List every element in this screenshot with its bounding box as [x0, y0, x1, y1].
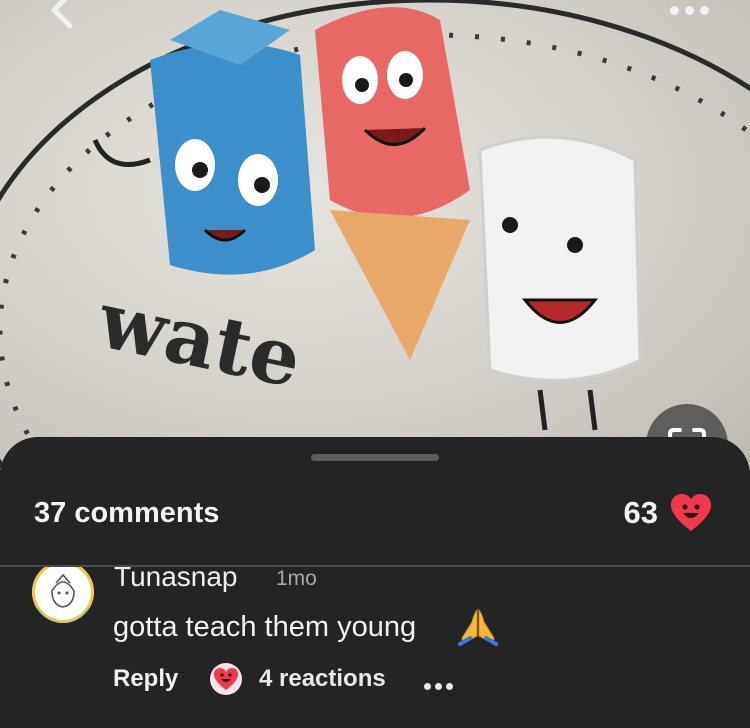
- comment-more-icon[interactable]: [422, 677, 455, 695]
- blue-cube-character: [92, 10, 315, 275]
- back-icon[interactable]: [42, 0, 82, 30]
- likes-button[interactable]: 63: [624, 493, 712, 533]
- reactions-count[interactable]: 4 reactions: [259, 665, 386, 693]
- comments-sheet: 37 comments 63 Tunasnap 1mo gotta teach …: [0, 437, 750, 728]
- sheet-grab-handle[interactable]: [311, 454, 439, 461]
- marshmallow-character: [478, 135, 642, 431]
- ice-cream-character: [315, 7, 470, 360]
- comment-author[interactable]: Tunasnap: [114, 567, 238, 593]
- more-icon[interactable]: [667, 2, 712, 20]
- heart-face-icon: [671, 494, 711, 531]
- comment-item: Tunasnap 1mo gotta teach them young Repl…: [0, 567, 750, 728]
- reaction-heart-face-icon[interactable]: [209, 662, 243, 696]
- sign-lettering: wate: [90, 274, 309, 405]
- media-photo[interactable]: wate: [0, 0, 750, 470]
- sign-illustration: wate: [0, 0, 750, 470]
- comments-count: 37 comments: [34, 497, 220, 529]
- folded-hands-icon: [458, 608, 498, 646]
- comment-text: gotta teach them young: [113, 611, 417, 643]
- avatar[interactable]: [32, 567, 94, 623]
- reply-button[interactable]: Reply: [113, 665, 178, 693]
- likes-count: 63: [623, 495, 658, 530]
- comment-time: 1mo: [276, 567, 317, 590]
